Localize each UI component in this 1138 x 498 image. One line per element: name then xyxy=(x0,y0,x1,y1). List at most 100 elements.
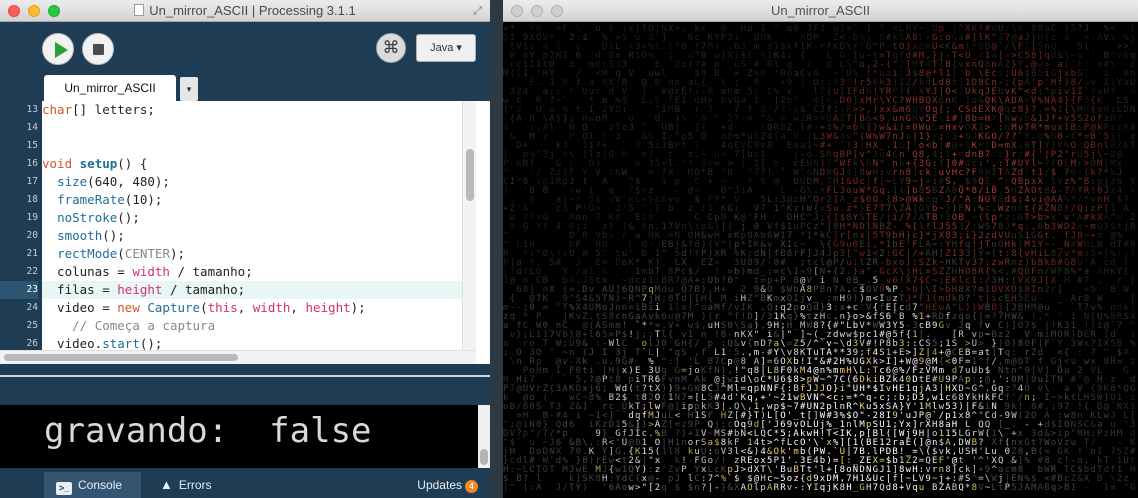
code-line[interactable]: 21 rectMode(CENTER); xyxy=(27,245,462,263)
code-line[interactable]: 14 xyxy=(27,119,462,137)
ascii-glyph: M xyxy=(562,465,568,475)
ascii-glyph: c xyxy=(609,168,614,178)
ascii-glyph: Y xyxy=(609,105,615,115)
ascii-glyph: ; xyxy=(668,51,673,61)
ascii-glyph: ^ xyxy=(780,168,786,178)
ide-title-bar: Un_mirror_ASCII | Processing 3.1.1 ⤢ xyxy=(0,0,490,22)
ascii-glyph: B xyxy=(668,240,673,250)
editor-horizontal-scrollbar[interactable] xyxy=(0,350,476,364)
ascii-glyph: A xyxy=(615,483,621,493)
code-token: char xyxy=(42,102,72,117)
ascii-glyph: ' xyxy=(602,483,607,493)
ascii-glyph: J xyxy=(589,348,594,358)
code-line[interactable]: 15 xyxy=(27,137,462,155)
ascii-glyph: a xyxy=(543,87,548,97)
ascii-glyph: " xyxy=(747,213,752,223)
ascii-glyph: f xyxy=(793,42,798,52)
ascii-glyph: 0 xyxy=(1031,375,1036,385)
code-line[interactable]: 17 size(640, 480); xyxy=(27,173,462,191)
ascii-glyph: + xyxy=(826,267,832,277)
ascii-glyph: K xyxy=(833,483,839,493)
ascii-glyph: B xyxy=(820,285,825,295)
ascii-glyph: W xyxy=(1123,285,1129,295)
warning-icon: ▲ xyxy=(160,472,173,498)
ascii-glyph: 8 xyxy=(892,483,897,493)
editor-console-divider[interactable] xyxy=(0,375,490,405)
ascii-glyph: 2 xyxy=(569,33,574,43)
ascii-glyph: N xyxy=(741,429,746,439)
tab-errors[interactable]: ▲ Errors xyxy=(150,472,230,498)
ascii-glyph: ' xyxy=(556,303,561,313)
ascii-glyph: d xyxy=(569,60,574,70)
ascii-glyph: % xyxy=(648,51,654,61)
ascii-glyph: ) xyxy=(741,159,746,169)
ascii-glyph: x xyxy=(958,411,964,421)
ascii-glyph: - xyxy=(1084,483,1089,493)
ascii-glyph: v xyxy=(609,231,614,241)
debug-button[interactable]: ⌘ xyxy=(376,33,406,63)
tab-un-mirror-ascii[interactable]: Un_mirror_ASCII xyxy=(44,75,176,101)
run-button[interactable] xyxy=(42,33,74,65)
ascii-glyph: z xyxy=(1104,429,1109,439)
ascii-glyph: 5 xyxy=(747,87,752,97)
ascii-glyph: ; xyxy=(503,348,508,358)
ascii-glyph: O xyxy=(589,204,594,214)
ascii-glyph: H xyxy=(1130,465,1135,475)
ascii-glyph: r xyxy=(1117,276,1123,286)
ascii-glyph: > xyxy=(1057,483,1063,493)
code-line[interactable]: 20 smooth(); xyxy=(27,227,462,245)
code-line[interactable]: 18 frameRate(10); xyxy=(27,191,462,209)
ascii-glyph: o xyxy=(536,447,541,457)
ascii-glyph: v xyxy=(510,330,515,340)
editor-vertical-scroll-thumb[interactable] xyxy=(466,149,474,201)
editor-horizontal-scroll-thumb[interactable] xyxy=(4,354,238,361)
ascii-glyph: p xyxy=(760,483,765,493)
code-line[interactable]: 22 colunas = width / tamanho; xyxy=(27,263,462,281)
ascii-glyph: % xyxy=(760,51,766,61)
ascii-glyph: 3 xyxy=(628,123,633,133)
tab-menu-button[interactable]: ▾ xyxy=(180,77,198,101)
code-line[interactable]: 25 // Começa a captura xyxy=(27,317,462,335)
ascii-glyph: v xyxy=(945,321,950,331)
ascii-glyph: L xyxy=(991,483,996,493)
ascii-glyph: f xyxy=(721,303,726,313)
ascii-glyph: H xyxy=(866,483,871,493)
ascii-glyph: B xyxy=(1044,483,1049,493)
ascii-glyph: Z xyxy=(1031,348,1037,358)
ascii-glyph: U xyxy=(1123,456,1128,466)
code-token: this xyxy=(208,300,238,315)
console-scroll-thumb[interactable] xyxy=(480,449,488,465)
stop-button[interactable] xyxy=(82,33,114,65)
console-scrollbar[interactable] xyxy=(478,405,490,468)
ascii-glyph: ' xyxy=(661,465,666,475)
updates-button[interactable]: Updates 4 xyxy=(417,478,478,493)
ascii-glyph: # xyxy=(1077,276,1083,286)
ascii-glyph: _ xyxy=(1005,420,1011,430)
code-line-current[interactable]: 23 filas = height / tamanho; xyxy=(0,281,462,299)
ascii-glyph: & xyxy=(727,483,733,493)
ascii-glyph: T xyxy=(1130,141,1136,151)
tab-console[interactable]: >_ Console xyxy=(44,472,141,498)
ascii-glyph: - xyxy=(1024,420,1029,430)
ascii-glyph: } xyxy=(1130,276,1135,286)
editor-vertical-scrollbar[interactable] xyxy=(462,101,476,364)
code-line[interactable]: 24 video = new Capture(this, width, heig… xyxy=(27,299,462,317)
ascii-glyph: Q xyxy=(958,483,963,493)
window-gap xyxy=(490,0,503,498)
mode-selector[interactable]: Java ▾ xyxy=(416,34,476,62)
ascii-glyph: B xyxy=(510,402,515,412)
ascii-glyph: 6 xyxy=(1123,51,1128,61)
code-line[interactable]: 16 void setup() { xyxy=(27,155,462,173)
ascii-glyph: x xyxy=(628,24,634,34)
code-line[interactable]: 13 char[] letters; xyxy=(27,101,462,119)
fullscreen-icon[interactable]: ⤢ xyxy=(473,5,482,18)
code-editor[interactable]: 13 char[] letters; 14 15 16 void setup() {… xyxy=(0,101,490,364)
ascii-glyph: " xyxy=(642,483,647,493)
code-area[interactable]: 13 char[] letters; 14 15 16 void setup() {… xyxy=(0,101,462,364)
code-line[interactable]: 19 noStroke(); xyxy=(27,209,462,227)
ascii-glyph: 1 xyxy=(661,447,666,457)
ascii-glyph: 6 xyxy=(516,285,521,295)
ascii-glyph: X xyxy=(727,51,733,61)
ascii-glyph: " xyxy=(549,348,554,358)
ascii-glyph: Y xyxy=(807,483,813,493)
